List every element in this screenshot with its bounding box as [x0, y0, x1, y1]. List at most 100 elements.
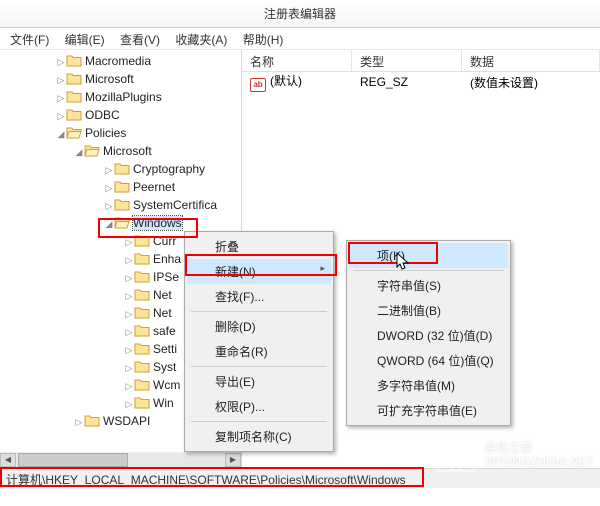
ctx-new-binary[interactable]: 二进制值(B) [349, 298, 508, 323]
menu-edit[interactable]: 编辑(E) [59, 28, 111, 51]
value-name-cell: ab(默认) [242, 72, 352, 92]
folder-icon [134, 341, 150, 355]
ctx-rename[interactable]: 重命名(R) [187, 339, 331, 364]
expand-icon[interactable]: ▷ [74, 413, 84, 431]
expand-icon[interactable]: ▷ [56, 71, 66, 89]
ctx-new-dword[interactable]: DWORD (32 位)值(D) [349, 323, 508, 348]
expand-icon[interactable]: ▷ [56, 53, 66, 71]
folder-icon [134, 251, 150, 265]
ctx-separator [191, 311, 327, 312]
tree-item-policies[interactable]: ◢Policies [0, 124, 241, 142]
menu-view[interactable]: 查看(V) [114, 28, 166, 51]
scroll-thumb[interactable] [18, 453, 128, 467]
expand-icon[interactable]: ▷ [56, 89, 66, 107]
tree-item-mozillaplugins[interactable]: ▷MozillaPlugins [0, 88, 241, 106]
expand-icon[interactable]: ▷ [124, 287, 134, 305]
folder-icon [134, 395, 150, 409]
ctx-find[interactable]: 查找(F)... [187, 284, 331, 309]
tree-scrollbar[interactable]: ◀ ▶ [0, 452, 242, 468]
folder-icon [84, 413, 100, 427]
status-path: 计算机\HKEY_LOCAL_MACHINE\SOFTWARE\Policies… [6, 473, 406, 487]
tree-item-macromedia[interactable]: ▷Macromedia [0, 52, 241, 70]
folder-icon [66, 107, 82, 121]
context-submenu-new: 项(K) 字符串值(S) 二进制值(B) DWORD (32 位)值(D) QW… [346, 240, 511, 426]
expand-icon[interactable]: ▷ [104, 179, 114, 197]
watermark: 系统之家XITONGZHIJIA.NET [434, 435, 594, 476]
folder-icon [114, 161, 130, 175]
expand-icon[interactable]: ▷ [124, 359, 134, 377]
folder-icon [134, 323, 150, 337]
value-type-cell: REG_SZ [352, 75, 462, 89]
value-row[interactable]: ab(默认) REG_SZ (数值未设置) [242, 72, 600, 92]
expand-icon[interactable]: ▷ [124, 323, 134, 341]
ctx-new-string[interactable]: 字符串值(S) [349, 273, 508, 298]
house-icon [434, 435, 478, 476]
tree-item-systemcertificates[interactable]: ▷SystemCertifica [0, 196, 241, 214]
ctx-new-expandstring[interactable]: 可扩充字符串值(E) [349, 398, 508, 423]
col-name[interactable]: 名称 [242, 50, 352, 71]
scroll-left-button[interactable]: ◀ [0, 453, 16, 467]
string-value-icon: ab [250, 78, 266, 92]
expand-icon[interactable]: ▷ [124, 251, 134, 269]
scroll-right-button[interactable]: ▶ [225, 453, 241, 467]
menubar: 文件(F) 编辑(E) 查看(V) 收藏夹(A) 帮助(H) [0, 28, 600, 50]
tree-item-peernet[interactable]: ▷Peernet [0, 178, 241, 196]
folder-icon [134, 377, 150, 391]
collapse-icon[interactable]: ◢ [104, 215, 114, 233]
scroll-track[interactable] [16, 453, 225, 467]
ctx-separator [191, 366, 327, 367]
ctx-new-qword[interactable]: QWORD (64 位)值(Q) [349, 348, 508, 373]
folder-icon [134, 305, 150, 319]
menu-favorites[interactable]: 收藏夹(A) [169, 28, 233, 51]
tree-item-odbc[interactable]: ▷ODBC [0, 106, 241, 124]
ctx-delete[interactable]: 删除(D) [187, 314, 331, 339]
expand-icon[interactable]: ▷ [104, 161, 114, 179]
ctx-permissions[interactable]: 权限(P)... [187, 394, 331, 419]
folder-icon [66, 53, 82, 67]
ctx-separator [191, 421, 327, 422]
folder-icon [66, 89, 82, 103]
tree-item-microsoft[interactable]: ▷Microsoft [0, 70, 241, 88]
expand-icon[interactable]: ▷ [124, 341, 134, 359]
expand-icon[interactable]: ▷ [104, 197, 114, 215]
folder-icon [114, 197, 130, 211]
ctx-export[interactable]: 导出(E) [187, 369, 331, 394]
tree-item-cryptography[interactable]: ▷Cryptography [0, 160, 241, 178]
folder-icon [114, 179, 130, 193]
ctx-collapse[interactable]: 折叠 [187, 234, 331, 259]
expand-icon[interactable]: ▷ [124, 377, 134, 395]
ctx-copykeyname[interactable]: 复制项名称(C) [187, 424, 331, 449]
tree-item-policies-microsoft[interactable]: ◢Microsoft [0, 142, 241, 160]
value-data-cell: (数值未设置) [462, 74, 546, 91]
ctx-separator [353, 270, 504, 271]
expand-icon[interactable]: ▷ [124, 395, 134, 413]
collapse-icon[interactable]: ◢ [56, 125, 66, 143]
folder-icon [66, 71, 82, 85]
titlebar: 注册表编辑器 [0, 0, 600, 28]
folder-open-icon [114, 215, 130, 229]
folder-open-icon [66, 125, 82, 139]
column-headers: 名称 类型 数据 [242, 50, 600, 72]
tree-item-windows[interactable]: ◢Windows [0, 214, 241, 232]
col-type[interactable]: 类型 [352, 50, 462, 71]
collapse-icon[interactable]: ◢ [74, 143, 84, 161]
window-title: 注册表编辑器 [264, 7, 336, 21]
folder-icon [134, 269, 150, 283]
col-data[interactable]: 数据 [462, 50, 600, 71]
ctx-new[interactable]: 新建(N) [187, 259, 331, 284]
expand-icon[interactable]: ▷ [124, 269, 134, 287]
context-menu: 折叠 新建(N) 查找(F)... 删除(D) 重命名(R) 导出(E) 权限(… [184, 231, 334, 452]
cursor-icon [396, 252, 412, 275]
menu-file[interactable]: 文件(F) [4, 28, 55, 51]
folder-open-icon [84, 143, 100, 157]
ctx-new-key[interactable]: 项(K) [349, 243, 508, 268]
folder-icon [134, 233, 150, 247]
folder-icon [134, 359, 150, 373]
menu-help[interactable]: 帮助(H) [237, 28, 290, 51]
watermark-text: 系统之家XITONGZHIJIA.NET [484, 442, 594, 470]
ctx-new-multistring[interactable]: 多字符串值(M) [349, 373, 508, 398]
folder-icon [134, 287, 150, 301]
expand-icon[interactable]: ▷ [124, 233, 134, 251]
expand-icon[interactable]: ▷ [56, 107, 66, 125]
expand-icon[interactable]: ▷ [124, 305, 134, 323]
